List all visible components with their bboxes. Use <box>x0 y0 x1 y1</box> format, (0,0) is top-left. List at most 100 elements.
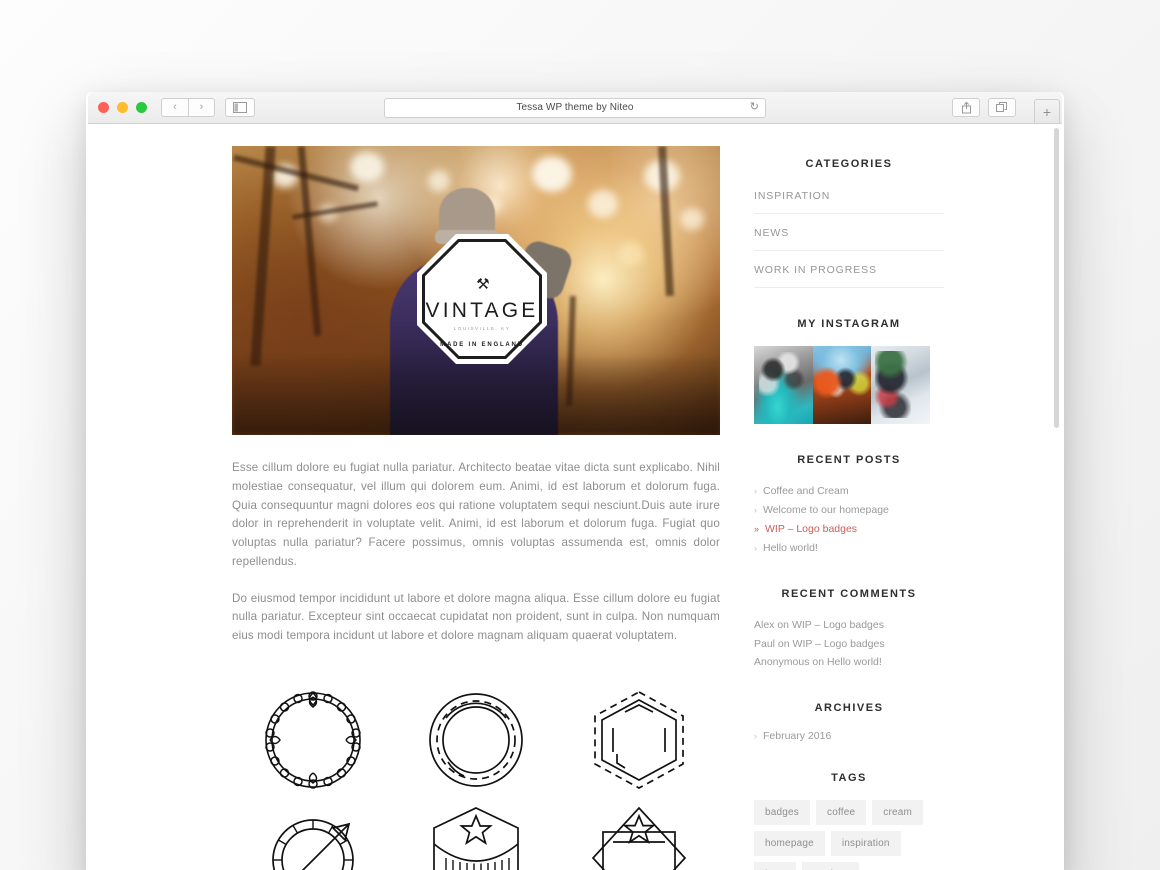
vintage-logo-badge: ⚒ VINTAGE LOUISVILLE, KY MADE IN ENGLAND <box>417 234 547 364</box>
main-content-column: ⚒ VINTAGE LOUISVILLE, KY MADE IN ENGLAND… <box>88 146 730 870</box>
striped-shield-star-badge-icon <box>433 807 519 870</box>
list-item[interactable]: › Coffee and Cream <box>754 482 944 501</box>
tag-coffee[interactable]: coffee <box>816 799 867 825</box>
chevron-right-icon: › <box>754 730 757 741</box>
recent-post-link-welcome-to-our-homepage[interactable]: Welcome to our homepage <box>763 501 889 520</box>
instagram-thumb-coastline[interactable] <box>754 346 813 424</box>
instagram-thumb-snowboarder[interactable] <box>871 346 930 424</box>
beaded-circle-badge-icon <box>265 691 362 789</box>
list-item[interactable]: Paul on WIP – Logo badges <box>754 635 944 653</box>
instagram-thumb-motocross[interactable] <box>812 346 872 424</box>
logo-badge-gallery <box>232 688 720 870</box>
category-link-work-in-progress[interactable]: WORK IN PROGRESS <box>754 264 877 276</box>
chevron-right-icon: › <box>754 543 757 554</box>
badge-wordmark: VINTAGE <box>425 298 539 322</box>
widget-recent-posts: RECENT POSTS › Coffee and Cream › Welcom… <box>754 454 944 558</box>
tag-logo[interactable]: logo <box>754 861 796 870</box>
widget-title-instagram: MY INSTAGRAM <box>797 318 901 330</box>
arrow-through-circle-badge-icon <box>272 819 355 870</box>
list-item[interactable]: › Welcome to our homepage <box>754 501 944 520</box>
page-scrollbar[interactable] <box>1054 124 1059 870</box>
widget-recent-comments: RECENT COMMENTS Alex on WIP – Logo badge… <box>754 588 944 671</box>
list-item[interactable]: INSPIRATION <box>754 186 944 214</box>
article-paragraph: Do eiusmod tempor incididunt ut labore e… <box>232 591 720 643</box>
recent-post-link-coffee-and-cream[interactable]: Coffee and Cream <box>763 482 849 501</box>
chevron-right-icon: › <box>754 505 757 516</box>
navigation-button-group: ‹ › <box>161 98 215 117</box>
bokeh-light <box>680 208 704 230</box>
bokeh-light <box>350 152 384 182</box>
bokeh-light <box>428 170 450 192</box>
toolbar-right-tools <box>952 98 1016 117</box>
page-viewport: ⚒ VINTAGE LOUISVILLE, KY MADE IN ENGLAND… <box>88 124 1062 870</box>
category-link-inspiration[interactable]: INSPIRATION <box>754 190 830 202</box>
zoom-button[interactable] <box>136 102 147 113</box>
browser-titlebar: ‹ › Tessa WP theme by Niteo ↻ + <box>88 92 1062 124</box>
double-chevron-right-icon: » <box>754 524 760 535</box>
category-list: INSPIRATION NEWS WORK IN PROGRESS <box>754 186 944 288</box>
recent-post-link-hello-world[interactable]: Hello world! <box>763 539 818 558</box>
share-button[interactable] <box>952 98 980 117</box>
recent-comments-list: Alex on WIP – Logo badges Paul on WIP – … <box>754 616 944 671</box>
forward-button[interactable]: › <box>188 98 215 117</box>
double-ring-circle-badge-icon <box>429 693 523 787</box>
list-item[interactable]: WORK IN PROGRESS <box>754 251 944 288</box>
crossed-axes-icon: ⚒ <box>476 275 489 293</box>
plus-icon: + <box>1042 103 1052 120</box>
bokeh-light <box>532 156 572 192</box>
tag-cloud: badges coffee cream homepage inspiration… <box>754 799 944 870</box>
address-bar[interactable]: Tessa WP theme by Niteo ↻ <box>384 97 766 118</box>
tag-cream[interactable]: cream <box>872 799 924 825</box>
dashed-hexagon-badge-icon <box>593 691 684 789</box>
bokeh-light <box>618 242 644 266</box>
new-tab-button[interactable]: + <box>1034 99 1060 124</box>
recent-post-link-wip-logo-badges[interactable]: WIP – Logo badges <box>765 520 857 539</box>
tag-outdoor[interactable]: outdoor <box>801 861 860 870</box>
reload-icon[interactable]: ↻ <box>750 102 759 113</box>
share-icon <box>961 101 971 114</box>
tabs-overview-icon <box>996 101 1007 112</box>
badge-location-text: LOUISVILLE, KY <box>453 325 511 331</box>
screenshot-stage: ‹ › Tessa WP theme by Niteo ↻ + ⚒ VINTAG… <box>0 0 1160 870</box>
close-button[interactable] <box>98 102 109 113</box>
sidebar-toggle-icon <box>233 102 247 113</box>
widget-title-categories: CATEGORIES <box>805 158 893 170</box>
tabs-overview-button[interactable] <box>988 98 1016 117</box>
recent-posts-list: › Coffee and Cream › Welcome to our home… <box>754 482 944 558</box>
scrollbar-thumb[interactable] <box>1054 128 1059 428</box>
minimize-button[interactable] <box>117 102 128 113</box>
browser-window: ‹ › Tessa WP theme by Niteo ↻ + ⚒ VINTAG… <box>88 92 1062 870</box>
list-item[interactable]: › Hello world! <box>754 539 944 558</box>
list-item[interactable]: › February 2016 <box>754 730 944 742</box>
back-button[interactable]: ‹ <box>161 98 188 117</box>
chevron-left-icon: ‹ <box>173 101 177 113</box>
widget-tags: TAGS badges coffee cream homepage inspir… <box>754 772 944 870</box>
widget-instagram: MY INSTAGRAM <box>754 318 944 424</box>
archives-list: › February 2016 <box>754 730 944 742</box>
tag-badges[interactable]: badges <box>754 799 811 825</box>
widget-categories: CATEGORIES INSPIRATION NEWS WORK IN PROG… <box>754 158 944 288</box>
list-item[interactable]: Alex on WIP – Logo badges <box>754 616 944 634</box>
hero-image: ⚒ VINTAGE LOUISVILLE, KY MADE IN ENGLAND <box>232 146 720 435</box>
tag-homepage[interactable]: homepage <box>754 830 825 856</box>
sidebar-toggle-button[interactable] <box>225 98 255 117</box>
sidebar: CATEGORIES INSPIRATION NEWS WORK IN PROG… <box>754 146 944 870</box>
widget-title-tags: TAGS <box>831 771 867 784</box>
badge-content: ⚒ VINTAGE LOUISVILLE, KY MADE IN ENGLAND <box>417 251 547 348</box>
widget-title-recent-posts: RECENT POSTS <box>797 454 901 466</box>
archive-link-february-2016[interactable]: February 2016 <box>763 730 831 742</box>
list-item[interactable]: » WIP – Logo badges <box>754 520 944 539</box>
widget-archives: ARCHIVES › February 2016 <box>754 702 944 742</box>
list-item[interactable]: NEWS <box>754 214 944 251</box>
tag-inspiration[interactable]: inspiration <box>830 830 901 856</box>
widget-title-recent-comments: RECENT COMMENTS <box>781 588 917 601</box>
article-paragraph: Esse cillum dolore eu fugiat nulla paria… <box>232 461 720 568</box>
category-link-news[interactable]: NEWS <box>754 227 789 239</box>
diamond-star-badge-icon <box>591 806 686 870</box>
instagram-thumbnail-strip <box>754 346 930 424</box>
badge-made-in-text: MADE IN ENGLAND <box>440 341 524 348</box>
list-item[interactable]: Anonymous on Hello world! <box>754 653 944 671</box>
chevron-right-icon: › <box>754 486 757 496</box>
widget-title-archives: ARCHIVES <box>814 701 884 714</box>
page-title-text: Tessa WP theme by Niteo <box>516 102 634 113</box>
